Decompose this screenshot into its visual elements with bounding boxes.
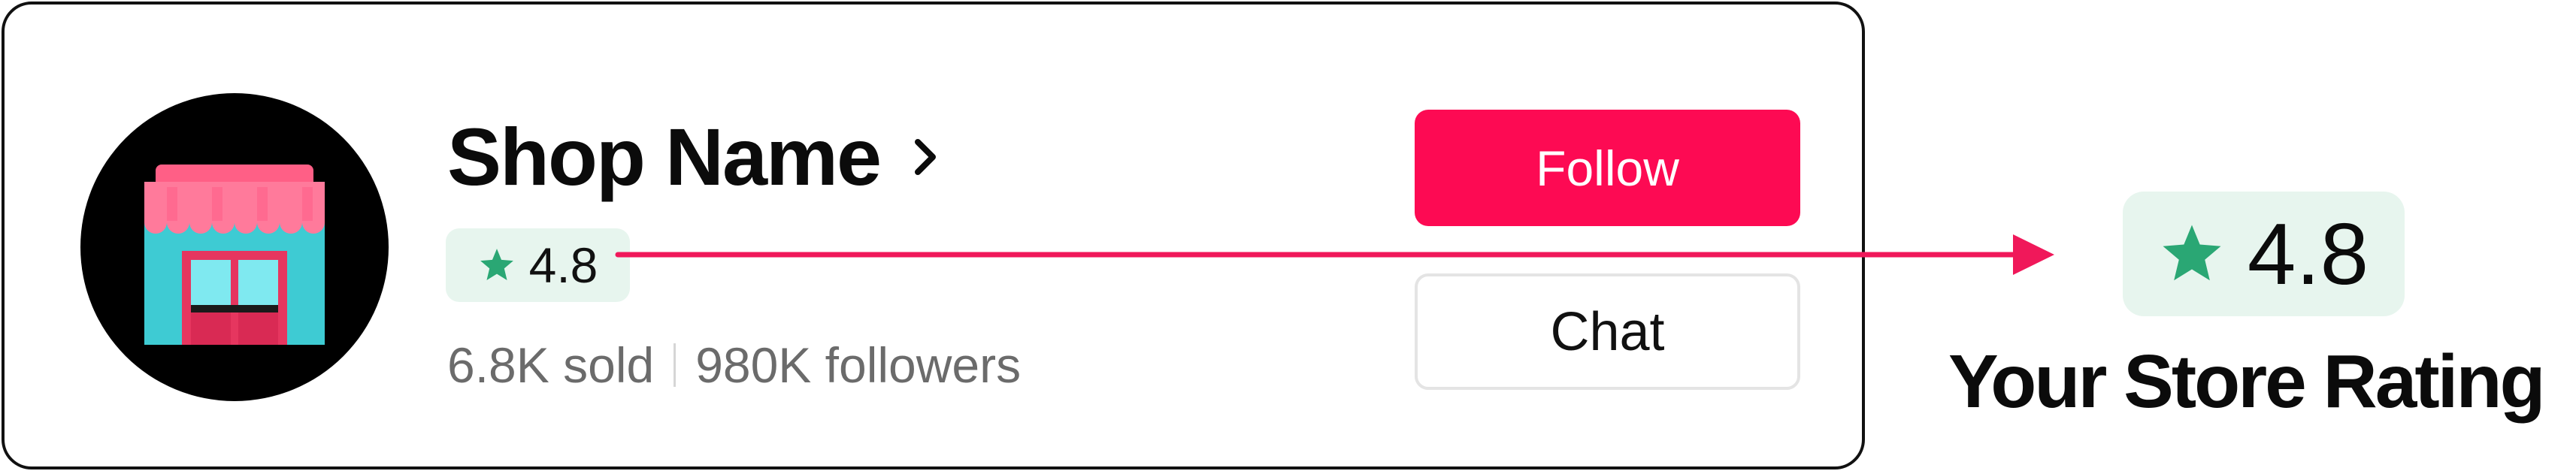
shop-card: Shop Name 4.8 6.8K sold 980K followers F…	[2, 2, 1865, 469]
rating-badge: 4.8	[446, 228, 630, 302]
sold-count: 6.8K sold	[447, 337, 655, 393]
follower-count: 980K followers	[695, 337, 1022, 393]
follow-button[interactable]: Follow	[1415, 110, 1800, 226]
shop-stats: 6.8K sold 980K followers	[447, 328, 1021, 403]
shop-name: Shop Name	[447, 111, 882, 202]
callout-rating-value: 4.8	[2247, 205, 2369, 303]
rating-value: 4.8	[528, 237, 598, 293]
chat-button[interactable]: Chat	[1415, 273, 1800, 390]
stats-divider	[674, 343, 677, 387]
star-icon	[480, 249, 513, 280]
chevron-right-icon	[915, 139, 937, 175]
callout-rating-badge: 4.8	[2123, 192, 2405, 316]
storefront-icon	[144, 165, 325, 345]
callout-caption: Your Store Rating	[1948, 340, 2546, 424]
shop-avatar[interactable]	[80, 93, 389, 401]
shop-name-link[interactable]: Shop Name	[447, 101, 940, 213]
star-icon	[2163, 225, 2221, 281]
